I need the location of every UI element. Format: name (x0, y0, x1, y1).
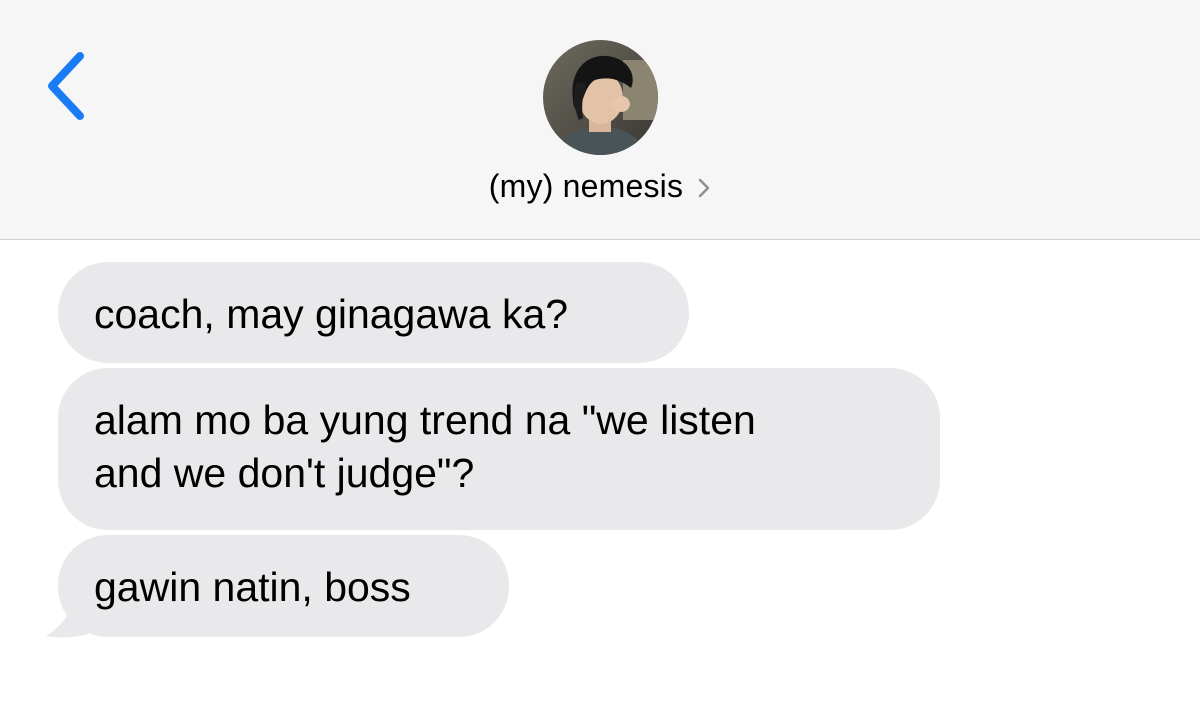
chevron-left-icon (48, 52, 84, 120)
message-list[interactable]: coach, may ginagawa ka? alam mo ba yung … (0, 240, 1200, 713)
incoming-message-bubble[interactable]: coach, may ginagawa ka? (58, 262, 689, 363)
chevron-right-icon (699, 178, 710, 197)
contact-name-row[interactable]: (my) nemesis (0, 168, 1200, 208)
incoming-message-bubble[interactable]: gawin natin, boss (58, 535, 509, 637)
bubble-tail (46, 592, 88, 638)
incoming-message-bubble[interactable]: alam mo ba yung trend na "we listen and … (58, 368, 940, 530)
avatar-photo (543, 40, 658, 155)
contact-avatar[interactable] (543, 40, 658, 155)
conversation-header: (my) nemesis (0, 0, 1200, 240)
back-button[interactable] (38, 48, 98, 124)
contact-name[interactable]: (my) nemesis (489, 168, 683, 205)
